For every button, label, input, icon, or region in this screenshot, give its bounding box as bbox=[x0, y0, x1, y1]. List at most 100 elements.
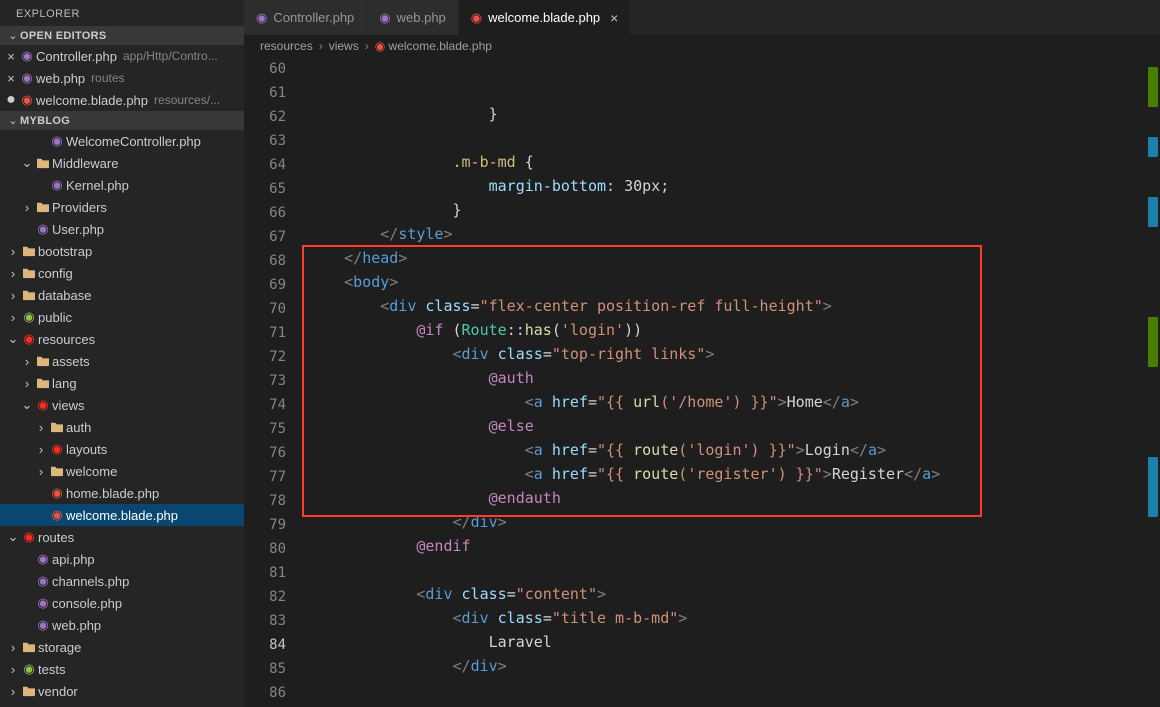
file-icon: ◉ bbox=[471, 10, 482, 26]
line-number: 80 bbox=[244, 537, 286, 561]
folder-icon: ◉ bbox=[20, 529, 38, 545]
open-editor-item[interactable]: ×◉Controller.phpapp/Http/Contro... bbox=[0, 45, 244, 67]
folder-item[interactable]: › lang bbox=[0, 372, 244, 394]
code-line[interactable]: <a href="{{ route('register') }}">Regist… bbox=[308, 462, 1160, 486]
close-icon[interactable]: × bbox=[4, 49, 18, 64]
code-line[interactable]: <div class="links"> bbox=[308, 702, 1160, 707]
file-icon: ◉ bbox=[379, 10, 390, 26]
file-item[interactable]: ·◉channels.php bbox=[0, 570, 244, 592]
breadcrumb-item[interactable]: ◉ welcome.blade.php bbox=[375, 39, 492, 53]
editor-tab[interactable]: ◉Controller.php bbox=[244, 0, 367, 35]
project-header[interactable]: ⌄ MYBLOG bbox=[0, 111, 244, 130]
file-item[interactable]: ·◉api.php bbox=[0, 548, 244, 570]
code-line[interactable] bbox=[308, 558, 1160, 582]
folder-icon bbox=[20, 289, 38, 301]
open-editor-item[interactable]: ●◉welcome.blade.phpresources/... bbox=[0, 89, 244, 111]
folder-item[interactable]: ›Providers bbox=[0, 196, 244, 218]
file-icon: ◉ bbox=[18, 70, 36, 86]
file-tree: ·◉WelcomeController.php⌄Middleware·◉Kern… bbox=[0, 130, 244, 702]
code-line[interactable]: <body> bbox=[308, 270, 1160, 294]
open-editors-header[interactable]: ⌄ OPEN EDITORS bbox=[0, 26, 244, 45]
line-number: 82 bbox=[244, 585, 286, 609]
code-line[interactable]: } bbox=[308, 198, 1160, 222]
chevron-down-icon: ⌄ bbox=[6, 114, 20, 127]
file-name: Controller.php bbox=[36, 49, 117, 64]
line-number: 85 bbox=[244, 657, 286, 681]
editor-tab[interactable]: ◉web.php bbox=[367, 0, 459, 35]
code-line[interactable]: <div class="top-right links"> bbox=[308, 342, 1160, 366]
breadcrumb-item[interactable]: resources bbox=[260, 39, 313, 53]
code-line[interactable]: <a href="{{ url('/home') }}">Home</a> bbox=[308, 390, 1160, 414]
code-line[interactable]: @if (Route::has('login')) bbox=[308, 318, 1160, 342]
folder-item[interactable]: ⌄◉views bbox=[0, 394, 244, 416]
folder-item[interactable]: ›assets bbox=[0, 350, 244, 372]
code-line[interactable]: .m-b-md { bbox=[308, 150, 1160, 174]
dirty-indicator-icon: ● bbox=[4, 95, 18, 105]
file-item[interactable]: ·◉home.blade.php bbox=[0, 482, 244, 504]
open-editor-item[interactable]: ×◉web.phproutes bbox=[0, 67, 244, 89]
line-number: 73 bbox=[244, 369, 286, 393]
item-label: lang bbox=[52, 376, 77, 391]
code-line[interactable]: <div class="content"> bbox=[308, 582, 1160, 606]
folder-item[interactable]: ⌄◉routes bbox=[0, 526, 244, 548]
file-icon: ◉ bbox=[34, 595, 52, 611]
code-line[interactable]: </div> bbox=[308, 654, 1160, 678]
chevron-right-icon: › bbox=[6, 288, 20, 303]
code-line[interactable] bbox=[308, 678, 1160, 702]
line-number: 72 bbox=[244, 345, 286, 369]
folder-item[interactable]: ›◉layouts bbox=[0, 438, 244, 460]
code-line[interactable]: } bbox=[308, 102, 1160, 126]
code-line[interactable]: <a href="{{ route('login') }}">Login</a> bbox=[308, 438, 1160, 462]
file-icon: ◉ bbox=[48, 133, 66, 149]
file-item[interactable]: ·◉console.php bbox=[0, 592, 244, 614]
code-line[interactable]: Laravel bbox=[308, 630, 1160, 654]
breadcrumbs[interactable]: resources›views›◉ welcome.blade.php bbox=[244, 35, 1160, 57]
item-label: Middleware bbox=[52, 156, 118, 171]
editor-area[interactable]: 6061626364656667686970717273747576777879… bbox=[244, 57, 1160, 707]
line-number: 77 bbox=[244, 465, 286, 489]
code-line[interactable]: </style> bbox=[308, 222, 1160, 246]
file-item[interactable]: ·◉web.php bbox=[0, 614, 244, 636]
file-item[interactable]: ·◉welcome.blade.php bbox=[0, 504, 244, 526]
folder-item[interactable]: ›◉public bbox=[0, 306, 244, 328]
code-content[interactable]: } .m-b-md { margin-bottom: 30px; } </sty… bbox=[308, 57, 1160, 707]
code-line[interactable] bbox=[308, 126, 1160, 150]
item-label: User.php bbox=[52, 222, 104, 237]
chevron-right-icon: › bbox=[20, 376, 34, 391]
code-line[interactable]: <div class="flex-center position-ref ful… bbox=[308, 294, 1160, 318]
minimap[interactable] bbox=[1140, 57, 1160, 707]
breadcrumb-item[interactable]: views bbox=[329, 39, 359, 53]
item-label: console.php bbox=[52, 596, 122, 611]
folder-item[interactable]: ›bootstrap bbox=[0, 240, 244, 262]
code-line[interactable]: </head> bbox=[308, 246, 1160, 270]
folder-item[interactable]: ⌄◉resources bbox=[0, 328, 244, 350]
folder-item[interactable]: ⌄Middleware bbox=[0, 152, 244, 174]
folder-item[interactable]: ›welcome bbox=[0, 460, 244, 482]
folder-icon: ◉ bbox=[20, 331, 38, 347]
code-line[interactable]: @else bbox=[308, 414, 1160, 438]
folder-item[interactable]: ›config bbox=[0, 262, 244, 284]
folder-item[interactable]: ›database bbox=[0, 284, 244, 306]
folder-item[interactable]: ›◉tests bbox=[0, 658, 244, 680]
code-line[interactable]: @endif bbox=[308, 534, 1160, 558]
code-line[interactable]: </div> bbox=[308, 510, 1160, 534]
code-line[interactable]: <div class="title m-b-md"> bbox=[308, 606, 1160, 630]
file-item[interactable]: ·◉Kernel.php bbox=[0, 174, 244, 196]
folder-icon bbox=[20, 685, 38, 697]
file-icon: ◉ bbox=[48, 507, 66, 523]
close-icon[interactable]: × bbox=[4, 71, 18, 86]
item-label: auth bbox=[66, 420, 91, 435]
code-line[interactable]: @endauth bbox=[308, 486, 1160, 510]
code-line[interactable]: margin-bottom: 30px; bbox=[308, 174, 1160, 198]
editor-tab[interactable]: ◉welcome.blade.php× bbox=[459, 0, 632, 35]
close-icon[interactable]: × bbox=[610, 10, 618, 26]
code-line[interactable]: @auth bbox=[308, 366, 1160, 390]
item-label: api.php bbox=[52, 552, 95, 567]
folder-item[interactable]: ›vendor bbox=[0, 680, 244, 702]
file-item[interactable]: ·◉User.php bbox=[0, 218, 244, 240]
file-item[interactable]: ·◉WelcomeController.php bbox=[0, 130, 244, 152]
folder-item[interactable]: ›auth bbox=[0, 416, 244, 438]
item-label: storage bbox=[38, 640, 81, 655]
line-gutter: 6061626364656667686970717273747576777879… bbox=[244, 57, 308, 707]
folder-item[interactable]: ›storage bbox=[0, 636, 244, 658]
